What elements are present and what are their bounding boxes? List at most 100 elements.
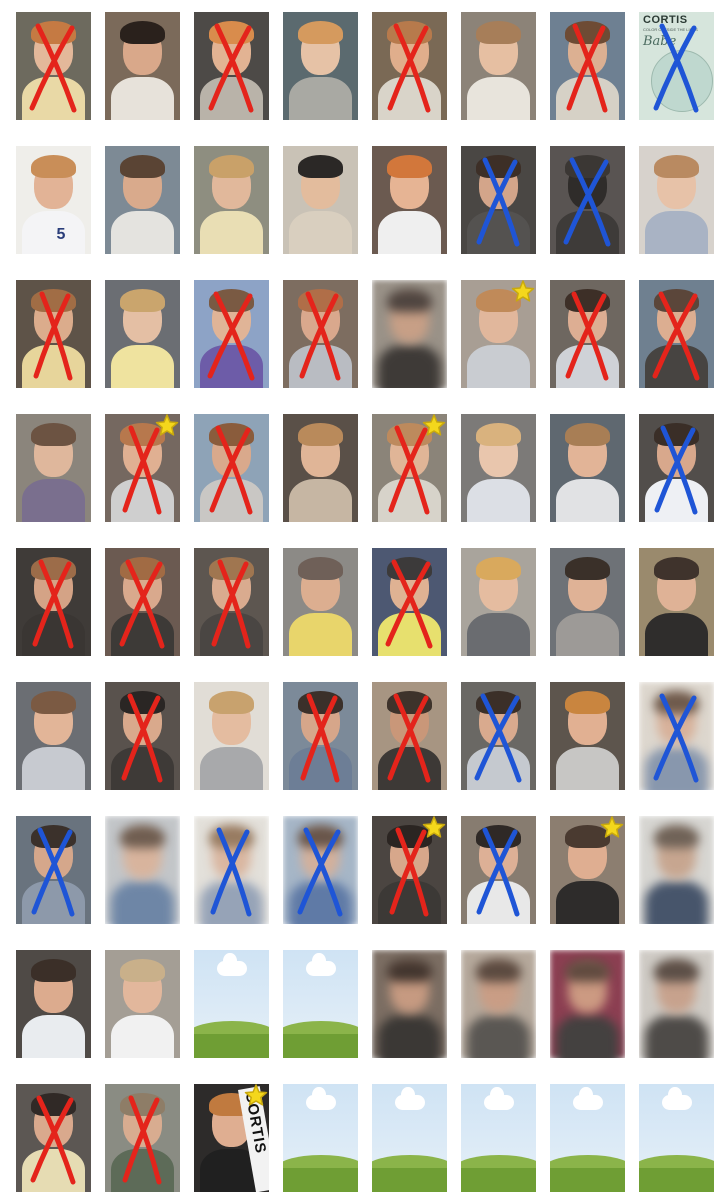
photocard: 5 bbox=[16, 146, 91, 254]
placeholder-cloud bbox=[305, 952, 336, 976]
photo-torso bbox=[467, 478, 530, 522]
photocard bbox=[550, 548, 625, 656]
photocard bbox=[105, 682, 180, 790]
album-cover-card: CORTIS COLOR OUTSIDE THE LINES Babe bbox=[639, 12, 714, 120]
placeholder-ground bbox=[194, 1034, 269, 1058]
photocard bbox=[105, 146, 180, 254]
photocard bbox=[283, 146, 358, 254]
photocard bbox=[105, 280, 180, 388]
photo-torso bbox=[645, 746, 708, 790]
photo-torso bbox=[378, 344, 441, 388]
photocard bbox=[16, 816, 91, 924]
photo-torso bbox=[289, 344, 352, 388]
blurred-photocard bbox=[461, 950, 536, 1058]
blurred-photocard bbox=[194, 816, 269, 924]
photocard bbox=[16, 280, 91, 388]
photocard bbox=[461, 682, 536, 790]
blurred-photocard bbox=[105, 816, 180, 924]
blurred-photocard bbox=[550, 950, 625, 1058]
photocard bbox=[105, 548, 180, 656]
photo-hair bbox=[387, 958, 432, 983]
photocard bbox=[194, 280, 269, 388]
photo-torso bbox=[556, 76, 619, 120]
photocard bbox=[461, 548, 536, 656]
photo-hair bbox=[387, 422, 432, 447]
photo-torso bbox=[289, 76, 352, 120]
photo-torso bbox=[556, 880, 619, 924]
photocard bbox=[461, 146, 536, 254]
photocard bbox=[283, 414, 358, 522]
photo-hair bbox=[31, 824, 76, 849]
photocard bbox=[16, 12, 91, 120]
photo-hair bbox=[31, 422, 76, 447]
photocard bbox=[16, 950, 91, 1058]
photo-torso bbox=[22, 612, 85, 656]
photo-torso bbox=[467, 76, 530, 120]
photo-torso bbox=[200, 478, 263, 522]
photocard bbox=[550, 146, 625, 254]
photo-torso bbox=[289, 210, 352, 254]
photocard bbox=[461, 280, 536, 388]
photocard bbox=[372, 682, 447, 790]
photocard bbox=[372, 12, 447, 120]
photo-torso bbox=[467, 880, 530, 924]
photo-hair bbox=[565, 154, 610, 179]
photo-hair bbox=[654, 958, 699, 983]
placeholder-cloud bbox=[483, 1086, 514, 1110]
photo-hair bbox=[120, 824, 165, 849]
photocard bbox=[550, 12, 625, 120]
photo-torso bbox=[467, 1014, 530, 1058]
photocard bbox=[105, 414, 180, 522]
photocard bbox=[639, 146, 714, 254]
photo-torso bbox=[111, 880, 174, 924]
photo-torso bbox=[467, 210, 530, 254]
photocard bbox=[550, 414, 625, 522]
photocard bbox=[639, 280, 714, 388]
photo-hair bbox=[209, 288, 254, 313]
photo-torso bbox=[111, 1014, 174, 1058]
photo-torso bbox=[556, 210, 619, 254]
photo-torso bbox=[378, 1014, 441, 1058]
blurred-photocard bbox=[639, 682, 714, 790]
photo-torso bbox=[111, 612, 174, 656]
photocard bbox=[283, 280, 358, 388]
photo-hair bbox=[120, 154, 165, 179]
placeholder-card bbox=[283, 950, 358, 1058]
photo-hair bbox=[31, 154, 76, 179]
photo-torso bbox=[22, 1014, 85, 1058]
photo-torso bbox=[22, 746, 85, 790]
photo-hair bbox=[654, 556, 699, 581]
photo-hair bbox=[298, 556, 343, 581]
placeholder-cloud bbox=[572, 1086, 603, 1110]
photocard bbox=[194, 414, 269, 522]
photo-torso bbox=[22, 210, 85, 254]
photo-torso bbox=[22, 1148, 85, 1192]
photo-hair bbox=[31, 556, 76, 581]
photocard bbox=[550, 816, 625, 924]
photo-torso bbox=[111, 746, 174, 790]
photocard bbox=[194, 682, 269, 790]
photo-torso bbox=[111, 76, 174, 120]
photo-hair bbox=[120, 958, 165, 983]
photo-hair bbox=[565, 20, 610, 45]
photo-torso bbox=[645, 1014, 708, 1058]
photo-hair bbox=[120, 422, 165, 447]
photo-hair bbox=[565, 556, 610, 581]
photo-hair bbox=[387, 20, 432, 45]
photo-hair bbox=[298, 288, 343, 313]
placeholder-ground bbox=[372, 1168, 447, 1192]
photo-torso bbox=[111, 478, 174, 522]
photo-hair bbox=[209, 154, 254, 179]
photo-hair bbox=[387, 824, 432, 849]
photo-hair bbox=[298, 690, 343, 715]
photo-torso bbox=[378, 76, 441, 120]
photo-hair bbox=[209, 556, 254, 581]
placeholder-cloud bbox=[305, 1086, 336, 1110]
photo-torso bbox=[289, 612, 352, 656]
photo-torso bbox=[467, 612, 530, 656]
photo-hair bbox=[654, 690, 699, 715]
photo-torso bbox=[200, 210, 263, 254]
photo-hair bbox=[654, 824, 699, 849]
photo-torso bbox=[378, 210, 441, 254]
photo-hair bbox=[476, 690, 521, 715]
